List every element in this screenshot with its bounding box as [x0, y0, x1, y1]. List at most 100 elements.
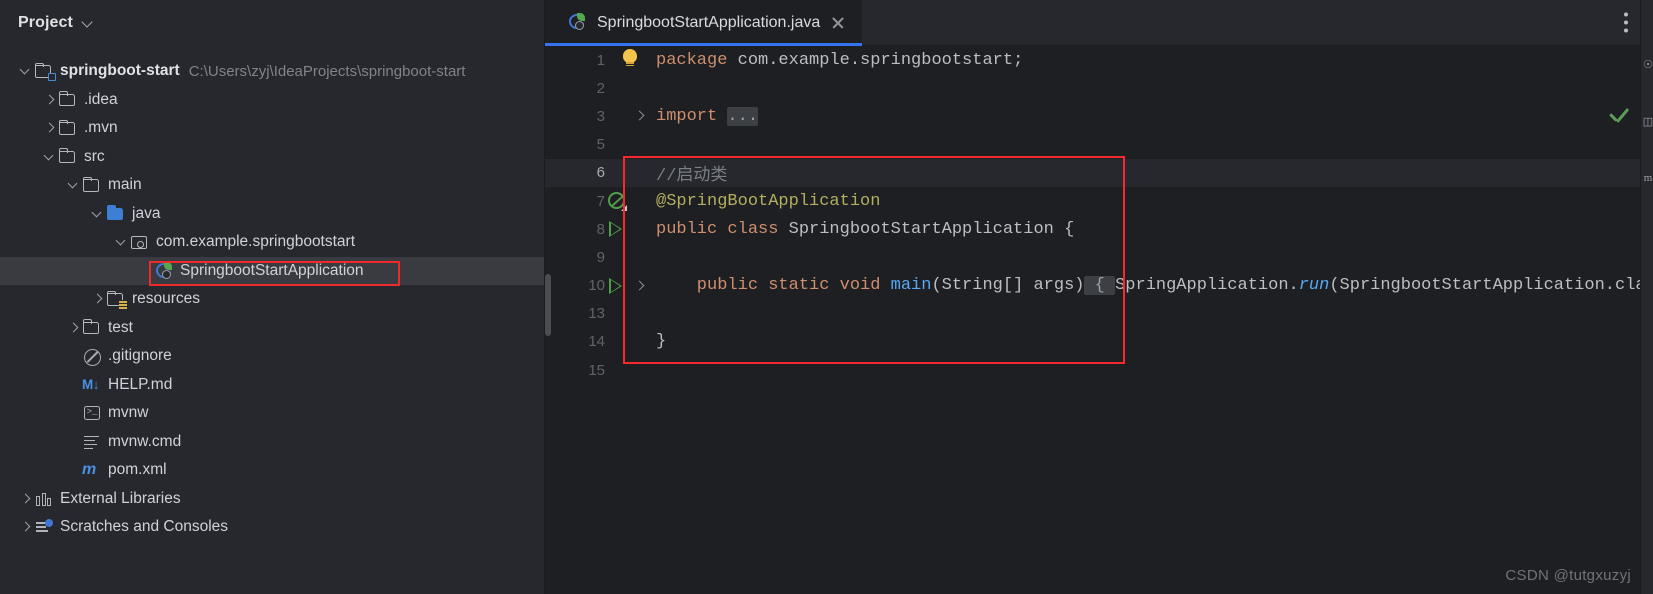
tree-item-mvnw[interactable]: >_ mvnw	[0, 399, 544, 428]
chevron-down-icon[interactable]	[66, 177, 82, 193]
code-line[interactable]: 9	[545, 243, 1653, 271]
tree-item-springboot-start[interactable]: springboot-start C:\Users\zyj\IdeaProject…	[0, 57, 544, 86]
tree-item-gitignore[interactable]: .gitignore	[0, 342, 544, 371]
tree-item-label: java	[132, 204, 161, 222]
intention-bulb-icon[interactable]	[621, 49, 639, 71]
chevron-right-icon[interactable]	[66, 320, 82, 336]
chevron-right-icon[interactable]	[42, 120, 58, 136]
tree-item-label: Scratches and Consoles	[60, 518, 229, 536]
tree-item-label: .idea	[84, 90, 118, 108]
code-token: main	[890, 276, 932, 296]
maven-icon[interactable]: m	[1642, 172, 1653, 184]
chevron-right-icon[interactable]	[90, 291, 106, 307]
line-number: 7	[596, 192, 605, 210]
code-editor[interactable]: 1 package com.example.springbootstart; 2 3 i…	[545, 46, 1653, 594]
code-line[interactable]: 13	[545, 300, 1653, 328]
project-panel-header[interactable]: Project	[0, 0, 544, 46]
run-gutter-icon[interactable]	[607, 272, 629, 300]
tree-item-path-hint: C:\Users\zyj\IdeaProjects\springboot-sta…	[188, 62, 466, 80]
tree-item-external-libraries[interactable]: External Libraries	[0, 485, 544, 514]
editor-scrollbar-thumb[interactable]	[545, 274, 551, 336]
tree-item-test[interactable]: test	[0, 314, 544, 343]
notifications-icon[interactable]: ☉	[1642, 58, 1653, 71]
tree-item-label: resources	[132, 290, 201, 308]
code-token: (String[] args)	[931, 276, 1085, 296]
tree-item-main[interactable]: main	[0, 171, 544, 200]
fold-slot	[629, 356, 651, 384]
code-line[interactable]: 2	[545, 74, 1653, 102]
code-token: {	[1084, 276, 1116, 296]
code-line[interactable]: 7 @SpringBootApplication	[545, 187, 1653, 215]
chevron-down-icon[interactable]	[90, 206, 106, 222]
scratches-icon	[34, 518, 54, 536]
code-token: import	[656, 106, 718, 126]
panel-title: Project	[18, 14, 73, 31]
folder-icon	[58, 91, 78, 109]
kebab-menu-icon[interactable]	[1624, 12, 1629, 33]
tree-arrow-placeholder	[66, 434, 82, 450]
gitignore-icon	[82, 347, 102, 367]
code-token: public static void	[656, 276, 891, 296]
tree-item-label: mvnw	[108, 404, 149, 422]
chevron-right-icon[interactable]	[42, 92, 58, 108]
code-text: }	[651, 332, 666, 351]
spring-boot-class-icon	[153, 260, 174, 282]
close-icon[interactable]	[830, 15, 846, 31]
code-line[interactable]: 3 import ...	[545, 102, 1653, 130]
gutter-slot	[607, 159, 629, 187]
line-number: 10	[588, 277, 605, 295]
tree-item-springbootstartapplication[interactable]: SpringbootStartApplication	[0, 256, 544, 285]
code-line[interactable]: 5	[545, 131, 1653, 159]
tree-item-label: mvnw.cmd	[108, 432, 182, 450]
tree-item-mvn[interactable]: .mvn	[0, 114, 544, 143]
database-icon[interactable]: ◫	[1642, 115, 1653, 128]
check-mark-icon[interactable]	[1609, 107, 1631, 124]
folder-icon	[58, 119, 78, 137]
folder-icon	[82, 319, 102, 337]
tab-label: SpringbootStartApplication.java	[597, 13, 821, 31]
cmd-script-icon	[82, 433, 102, 451]
chevron-down-icon[interactable]	[114, 234, 130, 250]
tree-item-resources[interactable]: resources	[0, 285, 544, 314]
code-token: package	[656, 50, 728, 70]
line-number: 9	[596, 248, 605, 266]
code-fold-toggle-icon[interactable]	[629, 102, 651, 130]
code-line[interactable]: 14}	[545, 328, 1653, 356]
code-line[interactable]: 15	[545, 356, 1653, 384]
maven-icon: m	[82, 461, 97, 479]
chevron-down-icon[interactable]	[82, 17, 94, 29]
tree-item-help-md[interactable]: M↓ HELP.md	[0, 371, 544, 400]
chevron-down-icon[interactable]	[42, 149, 58, 165]
editor-tab-springbootstartapplication[interactable]: SpringbootStartApplication.java	[545, 0, 863, 46]
tree-item-pom-xml[interactable]: m pom.xml	[0, 456, 544, 485]
run-gutter-icon[interactable]	[607, 215, 629, 243]
right-toolwindow-bar[interactable]: ☉ ◫ m	[1640, 0, 1653, 594]
resources-folder-icon	[106, 290, 127, 309]
code-line[interactable]: 1 package com.example.springbootstart;	[545, 46, 1653, 74]
tree-item-src[interactable]: src	[0, 143, 544, 172]
chevron-right-icon[interactable]	[18, 519, 34, 535]
libraries-icon	[34, 490, 54, 508]
project-tool-window: Project springboot-start C:\Users\zyj\Ide…	[0, 0, 545, 594]
code-line[interactable]: 8 public class SpringbootStartApplication…	[545, 215, 1653, 243]
code-line[interactable]: 6 //启动类	[545, 158, 1653, 187]
tree-arrow-placeholder	[66, 405, 82, 421]
code-token: @SpringBootApplication	[656, 191, 881, 211]
fold-slot	[629, 74, 651, 102]
tree-item-label: main	[108, 176, 142, 194]
tree-item-scratches-and-consoles[interactable]: Scratches and Consoles	[0, 513, 544, 542]
tree-arrow-placeholder	[138, 263, 154, 279]
code-fold-toggle-icon[interactable]	[629, 272, 651, 300]
tree-item-idea[interactable]: .idea	[0, 86, 544, 115]
tree-item-label: HELP.md	[108, 375, 173, 393]
tree-item-mvnw-cmd[interactable]: mvnw.cmd	[0, 428, 544, 457]
chevron-right-icon[interactable]	[18, 491, 34, 507]
code-line[interactable]: 10 public static void main(String[] args…	[545, 272, 1653, 300]
tree-item-java[interactable]: java	[0, 200, 544, 229]
tree-item-com-example-springbootstart[interactable]: com.example.springbootstart	[0, 228, 544, 257]
code-text: @SpringBootApplication	[651, 192, 880, 211]
spring-bean-gutter-icon[interactable]	[607, 187, 629, 215]
chevron-down-icon[interactable]	[18, 63, 34, 79]
tree-arrow-placeholder	[66, 377, 82, 393]
